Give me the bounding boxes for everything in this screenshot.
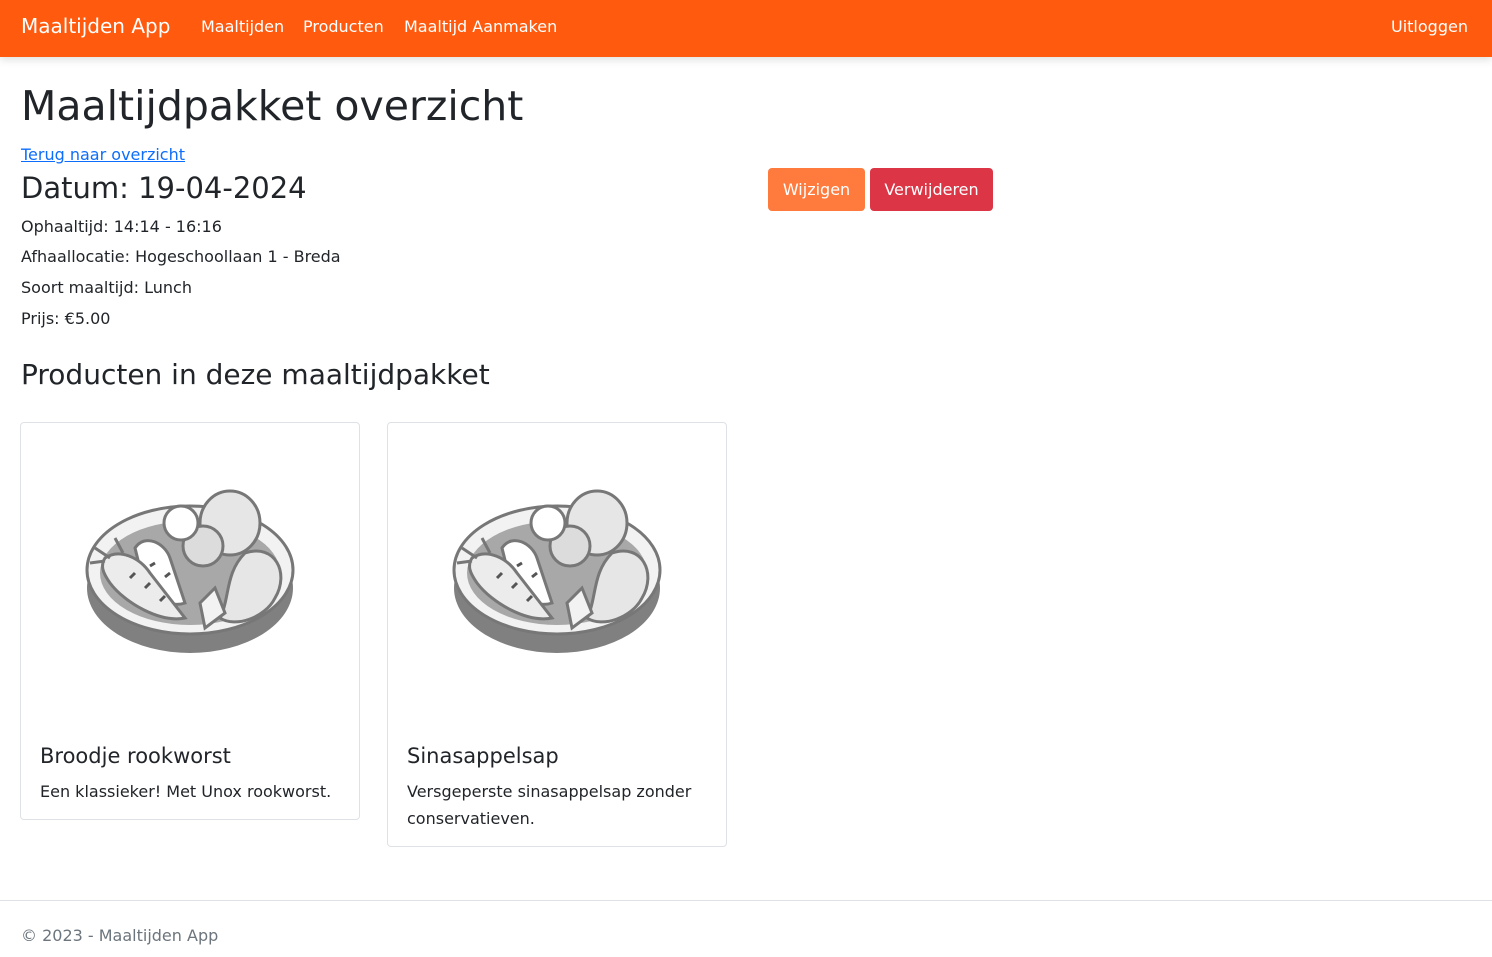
nav-link-maaltijd-aanmaken[interactable]: Maaltijd Aanmaken xyxy=(404,17,557,36)
food-bowl-icon xyxy=(388,423,726,733)
nav-link-producten[interactable]: Producten xyxy=(303,17,384,36)
nav-link-maaltijden[interactable]: Maaltijden xyxy=(201,17,284,36)
page-title: Maaltijdpakket overzicht xyxy=(21,82,524,130)
product-name: Broodje rookworst xyxy=(40,744,231,768)
product-card[interactable]: Sinasappelsap Versgeperste sinasappelsap… xyxy=(387,422,727,847)
product-description: Een klassieker! Met Unox rookworst. xyxy=(40,782,332,801)
pickup-location: Afhaallocatie: Hogeschoollaan 1 - Breda xyxy=(21,247,341,266)
product-description: Versgeperste sinasappelsap zonder conser… xyxy=(407,782,692,828)
edit-button[interactable]: Wijzigen xyxy=(768,168,865,211)
product-name: Sinasappelsap xyxy=(407,744,559,768)
products-heading: Producten in deze maaltijdpakket xyxy=(21,358,490,391)
pickup-time: Ophaaltijd: 14:14 - 16:16 xyxy=(21,217,222,236)
logout-link[interactable]: Uitloggen xyxy=(1391,17,1468,36)
date-heading: Datum: 19-04-2024 xyxy=(21,171,307,205)
delete-button[interactable]: Verwijderen xyxy=(870,168,993,211)
brand-link[interactable]: Maaltijden App xyxy=(21,14,170,38)
back-to-overview-link[interactable]: Terug naar overzicht xyxy=(21,145,185,164)
product-card[interactable]: Broodje rookworst Een klassieker! Met Un… xyxy=(20,422,360,820)
navbar: Maaltijden App Maaltijden Producten Maal… xyxy=(0,0,1492,57)
food-bowl-icon xyxy=(21,423,359,733)
meal-type: Soort maaltijd: Lunch xyxy=(21,278,192,297)
footer-divider xyxy=(0,900,1492,901)
price: Prijs: €5.00 xyxy=(21,309,111,328)
footer-copyright: © 2023 - Maaltijden App xyxy=(21,926,219,945)
